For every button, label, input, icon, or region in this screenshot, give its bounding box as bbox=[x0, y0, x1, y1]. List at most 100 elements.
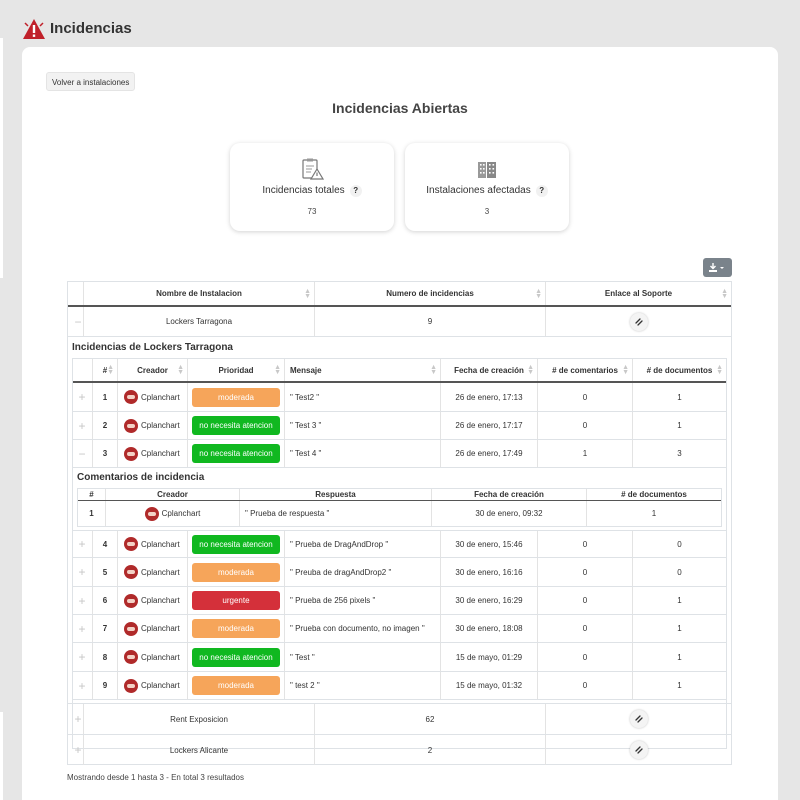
installation-name: Lockers Tarragona bbox=[84, 307, 315, 336]
incident-count: 9 bbox=[315, 307, 546, 336]
incident-message: " Test 3 " bbox=[285, 412, 441, 439]
comment-date: 30 de enero, 09:32 bbox=[432, 501, 587, 526]
incident-number: 8 bbox=[93, 643, 118, 671]
document-count: 0 bbox=[677, 567, 682, 577]
column-header[interactable]: Numero de incidencias ▲ ▼ bbox=[315, 282, 546, 305]
incident-creator: Cplanchart bbox=[118, 587, 188, 614]
column-header[interactable]: Creador ▲ ▼ bbox=[118, 359, 188, 381]
back-to-installations-button[interactable]: Volver a instalaciones bbox=[46, 72, 136, 91]
download-dropdown-button[interactable] bbox=[703, 258, 732, 277]
collapse-row-icon[interactable]: − bbox=[73, 316, 83, 328]
stat-value: 73 bbox=[307, 207, 317, 216]
incidents-table: # ▲ ▼ Creador ▲ ▼ Prioridad ▲ ▼ Mensaje ▲ ▼ Fecha de… bbox=[72, 358, 727, 749]
incident-row: +4 Cplanchart no necesita atencion " Prueba… bbox=[73, 530, 726, 558]
table-row: + Lockers Alicante 2 bbox=[68, 735, 731, 765]
incident-number: 6 bbox=[93, 587, 118, 614]
document-count: 1 bbox=[677, 681, 682, 690]
column-header[interactable]: Nombre de Instalacion ▲ ▼ bbox=[84, 282, 315, 305]
help-icon[interactable]: ? bbox=[535, 185, 548, 197]
incident-row: +1 Cplanchart moderada " Test2 " 26 de enero… bbox=[73, 383, 726, 412]
incident-creator: Cplanchart bbox=[118, 615, 188, 642]
expand-row-icon[interactable]: + bbox=[77, 651, 87, 663]
help-icon[interactable]: ? bbox=[349, 185, 362, 197]
expand-row-icon[interactable]: + bbox=[73, 744, 83, 756]
collapse-row-icon[interactable]: − bbox=[77, 448, 87, 460]
avatar bbox=[124, 390, 138, 404]
creator-name: Cplanchart bbox=[141, 539, 180, 549]
expand-row-icon[interactable]: + bbox=[77, 420, 87, 432]
priority-badge: urgente bbox=[192, 591, 280, 610]
stat-card-affected-installations: Instalaciones afectadas? 3 bbox=[405, 143, 569, 231]
avatar bbox=[124, 565, 138, 579]
document-count: 1 bbox=[677, 392, 682, 402]
creator-name: Cplanchart bbox=[141, 596, 180, 605]
expand-row-icon[interactable]: + bbox=[77, 623, 87, 635]
priority-badge: no necesita atencion bbox=[192, 416, 280, 435]
column-header: Creador bbox=[106, 489, 240, 500]
priority-badge: no necesita atencion bbox=[192, 534, 280, 554]
incident-message: " test 2 " bbox=[285, 672, 441, 699]
document-count: 1 bbox=[677, 624, 682, 633]
avatar bbox=[144, 506, 159, 521]
comment-count: 0 bbox=[538, 672, 633, 699]
comments-title: Comentarios de incidencia bbox=[77, 472, 205, 483]
avatar bbox=[124, 418, 138, 433]
priority-badge: moderada bbox=[192, 676, 280, 695]
column-header[interactable]: Mensaje ▲ ▼ bbox=[285, 359, 441, 381]
incident-creator: Cplanchart bbox=[118, 643, 188, 671]
support-link-icon[interactable] bbox=[629, 312, 648, 331]
incidents-header-row: # ▲ ▼ Creador ▲ ▼ Prioridad ▲ ▼ Mensaje ▲ ▼ Fecha de… bbox=[73, 359, 726, 383]
incident-row: +9 Cplanchart moderada " test 2 " 15 de mayo… bbox=[73, 672, 726, 700]
incident-message: " Test2 " bbox=[285, 383, 441, 411]
priority-badge: moderada bbox=[192, 562, 280, 582]
avatar bbox=[124, 621, 138, 636]
comment-count: 0 bbox=[538, 643, 633, 671]
column-header: Fecha de creación bbox=[432, 489, 587, 500]
column-header[interactable]: Prioridad ▲ ▼ bbox=[188, 359, 285, 381]
expand-row-icon[interactable]: + bbox=[77, 538, 87, 550]
expand-row-icon[interactable]: + bbox=[77, 391, 87, 403]
support-link-icon[interactable] bbox=[629, 710, 648, 728]
document-count: 1 bbox=[677, 421, 682, 430]
incident-message: " Prueba de DragAndDrop " bbox=[285, 531, 441, 557]
incident-date: 26 de enero, 17:17 bbox=[441, 412, 538, 439]
expand-row-icon[interactable]: + bbox=[73, 713, 83, 725]
column-header[interactable]: # de comentarios ▲ ▼ bbox=[538, 359, 633, 381]
incident-number: 4 bbox=[93, 531, 118, 557]
comment-count: 0 bbox=[538, 558, 633, 586]
stat-label: Incidencias totales bbox=[262, 185, 345, 196]
comment-document-count: 1 bbox=[651, 509, 657, 518]
warning-triangle-icon bbox=[23, 19, 45, 39]
incident-creator: Cplanchart bbox=[118, 558, 188, 586]
document-count: 1 bbox=[677, 596, 682, 605]
creator-name: Cplanchart bbox=[141, 652, 180, 662]
creator-name: Cplanchart bbox=[141, 421, 180, 430]
column-header: # de documentos bbox=[621, 490, 687, 499]
avatar bbox=[124, 537, 138, 551]
document-count: 3 bbox=[677, 449, 682, 458]
incident-row: +7 Cplanchart moderada " Prueba con documen… bbox=[73, 615, 726, 643]
incident-row: +5 Cplanchart moderada " Preuba de dragAndD… bbox=[73, 558, 726, 587]
incident-number: 9 bbox=[93, 672, 118, 699]
expand-row-icon[interactable]: + bbox=[77, 566, 87, 578]
column-header[interactable]: Enlace al Soporte ▲ ▼ bbox=[546, 282, 731, 305]
comment-row: 1 Cplanchart " Prueba de respuesta " 30 de … bbox=[78, 501, 721, 526]
column-header[interactable]: # ▲ ▼ bbox=[93, 359, 118, 381]
avatar bbox=[124, 446, 138, 461]
expand-column-header bbox=[73, 359, 93, 381]
comment-count: 0 bbox=[538, 615, 633, 642]
column-header[interactable]: Fecha de creación ▲ ▼ bbox=[441, 359, 538, 381]
incident-number: 3 bbox=[93, 440, 118, 467]
clipboard-warning-icon bbox=[302, 158, 324, 180]
expand-column-header bbox=[68, 282, 84, 305]
incident-number: 2 bbox=[93, 412, 118, 439]
installations-table: Nombre de Instalacion ▲ ▼ Numero de incide… bbox=[67, 281, 732, 765]
page-title: Incidencias bbox=[50, 20, 132, 37]
support-link-icon[interactable] bbox=[629, 741, 648, 759]
expand-row-icon[interactable]: + bbox=[77, 595, 87, 607]
column-header[interactable]: # de documentos ▲ ▼ bbox=[633, 359, 726, 381]
expand-row-icon[interactable]: + bbox=[77, 680, 87, 692]
avatar bbox=[124, 650, 138, 664]
priority-badge: moderada bbox=[192, 619, 280, 638]
comments-table: # Creador Respuesta Fecha de creación # de d… bbox=[77, 488, 722, 527]
